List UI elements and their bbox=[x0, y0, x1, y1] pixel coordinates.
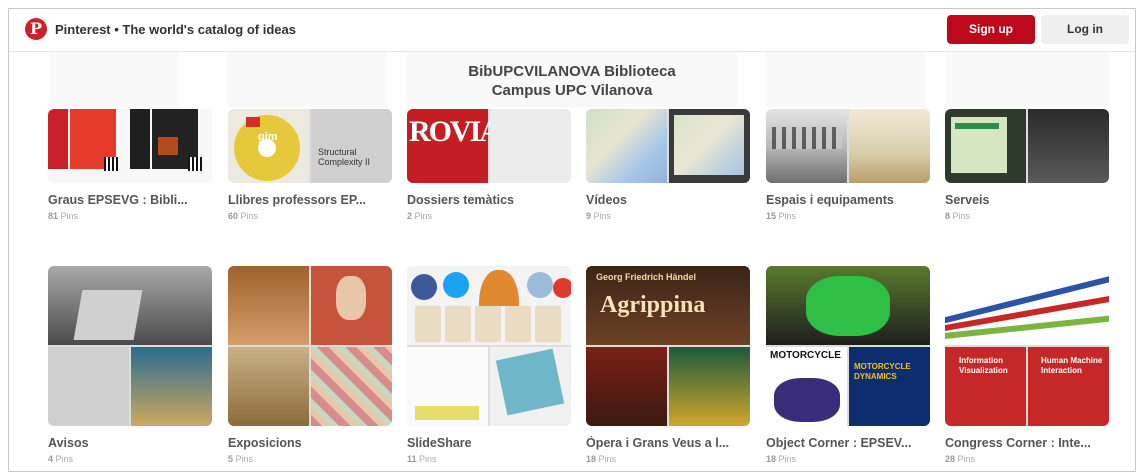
pin-count: 18 Pins bbox=[766, 454, 797, 464]
board-cover[interactable]: Information Visualization Human Machine … bbox=[945, 266, 1109, 426]
board-cover[interactable] bbox=[586, 109, 750, 183]
pin-count: 11 Pins bbox=[407, 454, 437, 464]
board-title[interactable]: Exposicions bbox=[228, 436, 392, 450]
cover-text-hmi: Human Machine Interaction bbox=[1041, 356, 1103, 375]
board-card[interactable]: Graus EPSEVG : Bibli... 81 Pins bbox=[48, 109, 212, 221]
board-cover[interactable]: MOTORCYCLE MOTORCYCLE DYNAMICS bbox=[766, 266, 930, 426]
board-cover[interactable] bbox=[945, 109, 1109, 183]
pin-count: 4 Pins bbox=[48, 454, 74, 464]
pin-count: 18 Pins bbox=[586, 454, 617, 464]
board-cover[interactable] bbox=[766, 109, 930, 183]
board-cover[interactable]: ROVIAR bbox=[407, 109, 571, 183]
pin-count: 9 Pins bbox=[586, 211, 612, 221]
board-title[interactable]: Object Corner : EPSEV... bbox=[766, 436, 930, 450]
profile-name: BibUPCVILANOVA Biblioteca Campus UPC Vil… bbox=[9, 62, 1135, 100]
pin-count: 5 Pins bbox=[228, 454, 254, 464]
board-title[interactable]: Serveis bbox=[945, 193, 1109, 207]
pin-count: 81 Pins bbox=[48, 211, 79, 221]
cover-text-info-vis: Information Visualization bbox=[959, 356, 1008, 375]
board-title[interactable]: Vídeos bbox=[586, 193, 750, 207]
cover-text-motorcycle-dynamics: MOTORCYCLE DYNAMICS bbox=[854, 362, 911, 381]
site-title[interactable]: Pinterest • The world's catalog of ideas bbox=[55, 22, 296, 37]
board-title[interactable]: Espais i equipaments bbox=[766, 193, 930, 207]
board-card[interactable]: MOTORCYCLE MOTORCYCLE DYNAMICS Object Co… bbox=[766, 266, 930, 464]
pin-count: 2 Pins bbox=[407, 211, 433, 221]
pin-count: 8 Pins bbox=[945, 211, 971, 221]
cover-text-motorcycle: MOTORCYCLE bbox=[770, 350, 841, 361]
cover-text-structural: Structural Complexity II bbox=[318, 147, 371, 167]
board-card[interactable]: ROVIAR Dossiers temàtics 2 Pins bbox=[407, 109, 571, 221]
board-title[interactable]: Dossiers temàtics bbox=[407, 193, 571, 207]
board-card[interactable]: Vídeos 9 Pins bbox=[586, 109, 750, 221]
board-cover[interactable] bbox=[407, 266, 571, 426]
cover-text-gim: gim bbox=[258, 131, 278, 143]
board-title[interactable]: SlideShare bbox=[407, 436, 571, 450]
pinterest-logo-icon[interactable]: P bbox=[25, 18, 47, 40]
board-card[interactable]: gim Structural Complexity II Llibres pro… bbox=[228, 109, 392, 221]
board-card[interactable]: Information Visualization Human Machine … bbox=[945, 266, 1109, 464]
board-cover[interactable] bbox=[48, 266, 212, 426]
board-cover[interactable] bbox=[228, 266, 392, 426]
board-card[interactable]: Georg Friedrich Händel Agrippina Òpera i… bbox=[586, 266, 750, 464]
board-card[interactable]: Espais i equipaments 15 Pins bbox=[766, 109, 930, 221]
profile-name-line2: Campus UPC Vilanova bbox=[491, 82, 653, 99]
header: P Pinterest • The world's catalog of ide… bbox=[9, 9, 1135, 52]
board-title[interactable]: Òpera i Grans Veus a l... bbox=[586, 436, 750, 450]
board-card[interactable]: Avisos 4 Pins bbox=[48, 266, 212, 464]
cover-text-agrippina: Agrippina bbox=[600, 292, 706, 318]
board-title[interactable]: Llibres professors EP... bbox=[228, 193, 392, 207]
board-cover[interactable] bbox=[48, 109, 212, 183]
log-in-button[interactable]: Log in bbox=[1041, 15, 1129, 44]
board-cover[interactable]: gim Structural Complexity II bbox=[228, 109, 392, 183]
pin-count: 28 Pins bbox=[945, 454, 976, 464]
pin-count: 60 Pins bbox=[228, 211, 259, 221]
board-card[interactable]: Exposicions 5 Pins bbox=[228, 266, 392, 464]
board-cover[interactable]: Georg Friedrich Händel Agrippina bbox=[586, 266, 750, 426]
pin-count: 15 Pins bbox=[766, 211, 797, 221]
sign-up-button[interactable]: Sign up bbox=[947, 15, 1035, 44]
board-title[interactable]: Graus EPSEVG : Bibli... bbox=[48, 193, 212, 207]
page-frame: P Pinterest • The world's catalog of ide… bbox=[8, 8, 1136, 472]
board-card[interactable]: SlideShare 11 Pins bbox=[407, 266, 571, 464]
profile-name-line1: BibUPCVILANOVA Biblioteca bbox=[468, 63, 676, 80]
board-title[interactable]: Avisos bbox=[48, 436, 212, 450]
board-card[interactable]: Serveis 8 Pins bbox=[945, 109, 1109, 221]
cover-text-handel: Georg Friedrich Händel bbox=[596, 272, 697, 282]
board-title[interactable]: Congress Corner : Inte... bbox=[945, 436, 1109, 450]
